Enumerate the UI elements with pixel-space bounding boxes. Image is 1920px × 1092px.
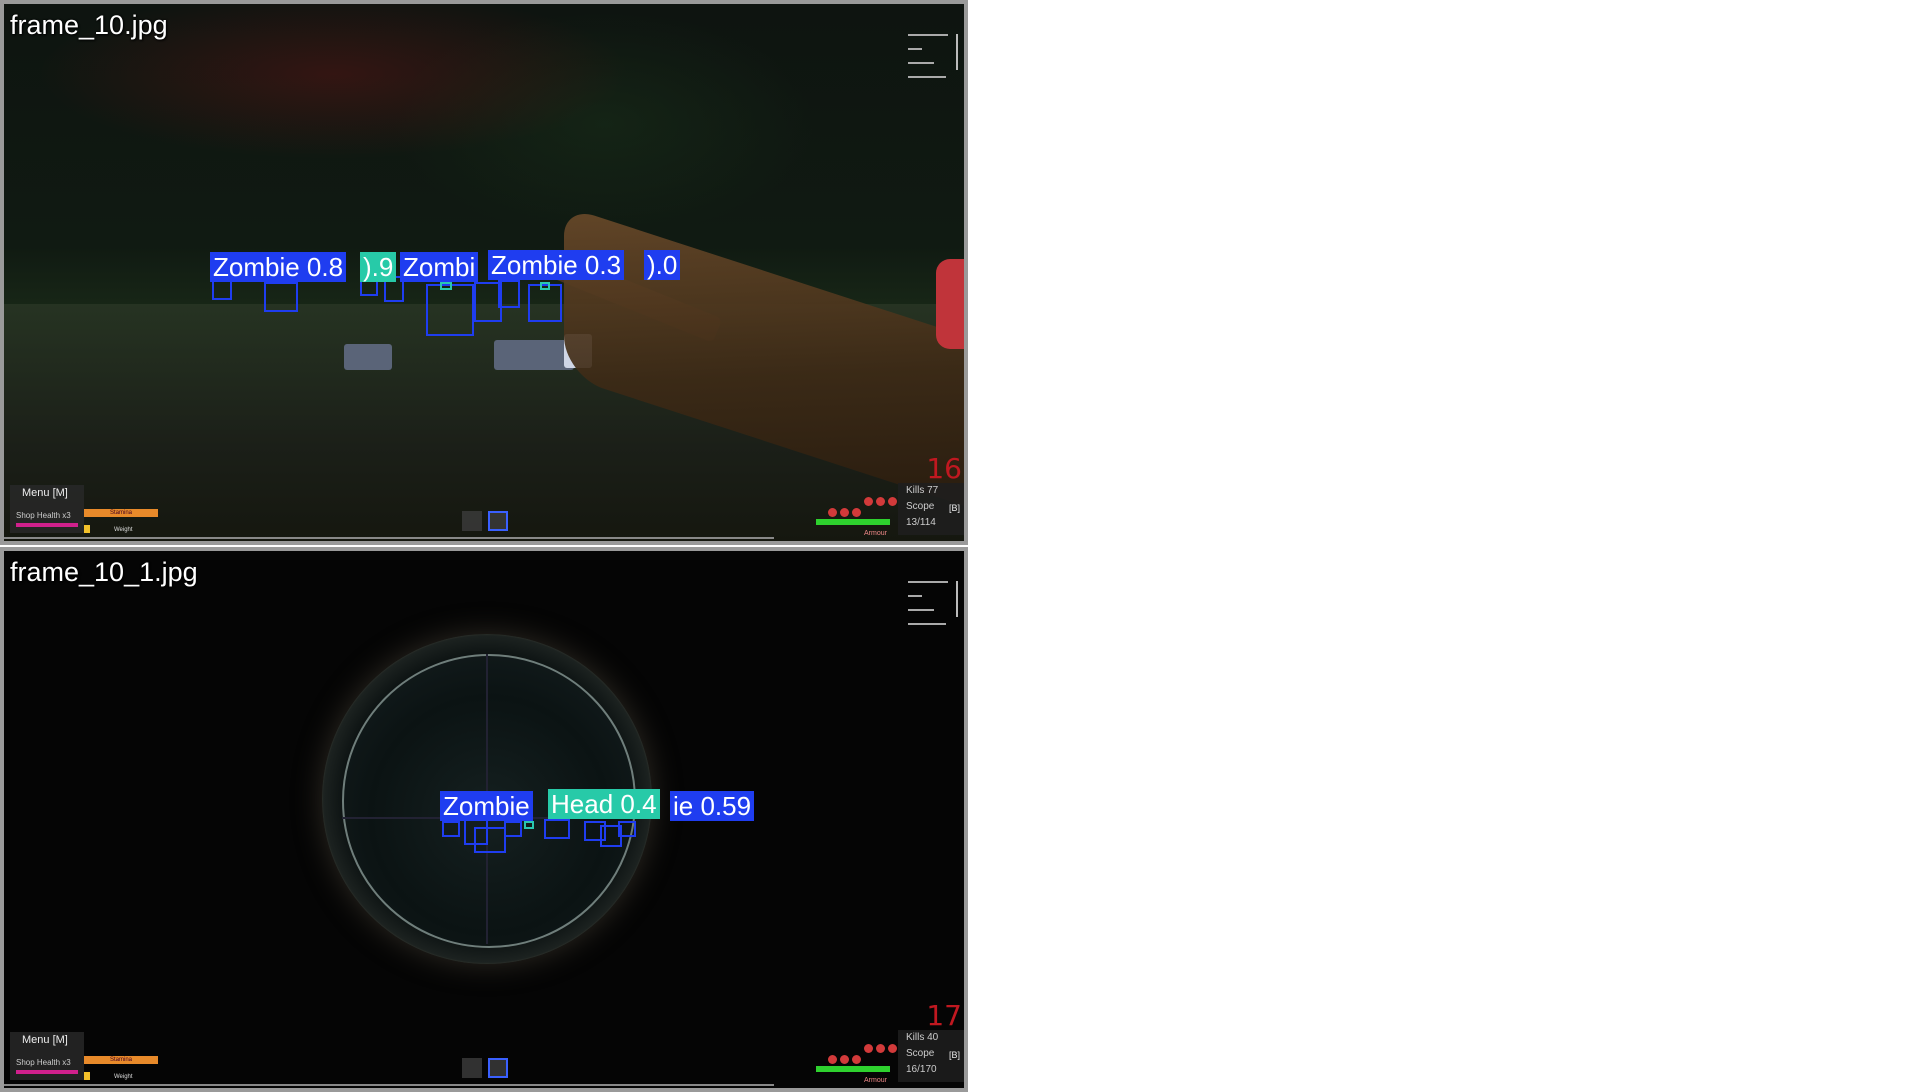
armour-label: Armour [864, 1077, 887, 1084]
hotbar-slot[interactable] [462, 511, 482, 531]
item-icon [828, 508, 837, 517]
shop-health-label: Shop Health x3 [16, 1058, 71, 1067]
zombie-box [474, 827, 506, 853]
zombie-box [264, 282, 298, 312]
detection-label: Zombie 0.3 [488, 250, 625, 280]
ammo-count: 16 [926, 452, 962, 485]
scrollbar[interactable] [956, 581, 958, 617]
head-box [440, 282, 452, 290]
menu-line [908, 623, 946, 625]
scope-key: [B] [948, 1050, 960, 1060]
ammo-count: 17 [926, 999, 962, 1032]
stamina-bar: Stamina [84, 1056, 158, 1064]
item-icons [824, 497, 897, 517]
menu-line [908, 62, 934, 64]
item-icon [852, 1055, 861, 1064]
weight-icon [84, 525, 90, 533]
player-list-menu [908, 573, 956, 633]
zombie-box [544, 819, 570, 839]
head-box [540, 282, 550, 290]
item-icon [840, 1055, 849, 1064]
menu-panel[interactable]: Menu [M] Shop Health x3 [10, 1032, 84, 1080]
menu-line [908, 76, 946, 78]
menu-line [908, 581, 948, 583]
armour-bar [816, 1066, 890, 1072]
health-bar [16, 1070, 78, 1074]
hotbar-slot-selected[interactable] [488, 1058, 508, 1078]
detection-label: Zombie 0.8 [210, 252, 347, 282]
kills-count: Kills 77 [906, 485, 939, 496]
filename-label: frame_10_1.jpg [10, 557, 198, 587]
image-panel-bottom: Zombie Head 0.4 ie 0.59 frame_10_1.jpg 1… [0, 547, 968, 1092]
game-scene-forest [4, 4, 964, 541]
zombie-box [504, 821, 522, 837]
menu-button[interactable]: Menu [M] [22, 487, 68, 499]
ammo-reserve: 13/114 [906, 517, 936, 528]
menu-line [908, 595, 922, 597]
zombie-box [426, 284, 474, 336]
scope-key: [B] [948, 503, 960, 513]
item-icon [888, 497, 897, 506]
weight-label: Weight [114, 527, 133, 533]
kills-count: Kills 40 [906, 1032, 939, 1043]
item-icon [888, 1044, 897, 1053]
shop-health-label: Shop Health x3 [16, 511, 71, 520]
menu-panel[interactable]: Menu [M] Shop Health x3 [10, 485, 84, 533]
kills-panel: Kills 77 Scope [B] 13/114 [898, 483, 964, 535]
armour-label: Armour [864, 530, 887, 537]
hotbar-slot[interactable] [462, 1058, 482, 1078]
detection-label: Head 0.4 [548, 789, 660, 819]
weight-label: Weight [114, 1074, 133, 1080]
menu-line [908, 34, 948, 36]
item-icon [852, 508, 861, 517]
filename-label: frame_10.jpg [10, 10, 168, 40]
item-icon [876, 1044, 885, 1053]
menu-line [908, 48, 922, 50]
detection-label: Zombi [400, 252, 479, 282]
hotbar [462, 1058, 516, 1080]
zombie-box [618, 821, 636, 837]
progress-line [4, 1084, 774, 1086]
scope-label: Scope [906, 1048, 935, 1059]
weight-icon [84, 1072, 90, 1080]
image-panel-top: Zombie 0.8 ).9 Zombi Zombie 0.3 ).0 fram… [0, 0, 968, 545]
detection-label: Zombie [440, 791, 533, 821]
detection-label: ie 0.59 [670, 791, 755, 821]
ammo-reserve: 16/170 [906, 1064, 937, 1075]
zombie-box [498, 280, 520, 308]
head-box [524, 821, 534, 829]
scope-label: Scope [906, 501, 935, 512]
armour-bar [816, 519, 890, 525]
crate [494, 340, 574, 370]
detection-label: ).9 [360, 252, 397, 282]
item-icon [876, 497, 885, 506]
crate [344, 344, 392, 370]
zombie-box [212, 280, 232, 300]
progress-line [4, 537, 774, 539]
item-icon [840, 508, 849, 517]
item-icon [864, 497, 873, 506]
stamina-bar: Stamina [84, 509, 158, 517]
scrollbar[interactable] [956, 34, 958, 70]
kills-panel: Kills 40 Scope [B] 16/170 [898, 1030, 964, 1082]
hotbar-slot-selected[interactable] [488, 511, 508, 531]
item-icons [824, 1044, 897, 1064]
zombie-box [442, 821, 460, 837]
item-icon [864, 1044, 873, 1053]
menu-button[interactable]: Menu [M] [22, 1034, 68, 1046]
hotbar [462, 511, 516, 533]
player-list-menu [908, 26, 956, 86]
player-hand [936, 259, 964, 349]
menu-line [908, 609, 934, 611]
item-icon [828, 1055, 837, 1064]
detection-label: ).0 [644, 250, 681, 280]
health-bar [16, 523, 78, 527]
